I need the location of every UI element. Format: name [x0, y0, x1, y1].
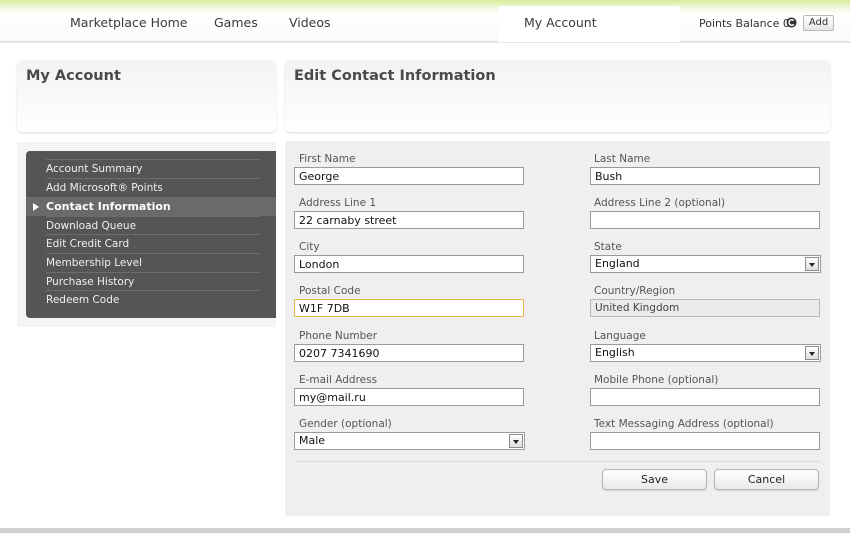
language-select[interactable]: English	[590, 344, 821, 362]
top-navigation-bar: Marketplace Home Games Videos My Account…	[0, 0, 850, 42]
language-select-value: English	[595, 346, 635, 359]
language-label: Language	[594, 330, 646, 342]
sidebar-item-contact-information[interactable]: Contact Information	[26, 197, 276, 216]
state-select-value: England	[595, 257, 640, 270]
city-input[interactable]	[294, 255, 524, 273]
sidebar-item-redeem-code[interactable]: Redeem Code	[46, 290, 260, 309]
page-title: Edit Contact Information	[294, 68, 496, 84]
address-line-2-input[interactable]	[590, 211, 820, 229]
postal-code-label: Postal Code	[299, 285, 361, 297]
text-messaging-label: Text Messaging Address (optional)	[594, 418, 774, 430]
sidebar-item-account-summary[interactable]: Account Summary	[46, 159, 260, 178]
points-balance: Points Balance 0	[699, 17, 790, 30]
sidebar-item-label: Contact Information	[46, 200, 171, 213]
nav-videos[interactable]: Videos	[289, 15, 331, 30]
last-name-input[interactable]	[590, 167, 820, 185]
address-line-2-label: Address Line 2 (optional)	[594, 197, 726, 209]
sidebar-item-download-queue[interactable]: Download Queue	[46, 216, 260, 235]
address-line-1-label: Address Line 1	[299, 197, 377, 209]
phone-number-input[interactable]	[294, 344, 524, 362]
sidebar-item-add-points[interactable]: Add Microsoft® Points	[46, 178, 260, 197]
postal-code-input[interactable]	[294, 299, 524, 317]
edit-contact-header-panel: Edit Contact Information	[285, 60, 830, 132]
points-coin-icon	[786, 17, 797, 28]
nav-marketplace-home[interactable]: Marketplace Home	[70, 15, 188, 30]
bottom-edge	[0, 528, 850, 533]
gender-label: Gender (optional)	[299, 418, 392, 430]
save-button[interactable]: Save	[602, 469, 707, 490]
arrow-right-icon	[33, 203, 39, 211]
sidebar-item-membership-level[interactable]: Membership Level	[46, 253, 260, 272]
cancel-button[interactable]: Cancel	[714, 469, 819, 490]
text-messaging-input[interactable]	[590, 432, 820, 450]
my-account-header-panel: My Account	[17, 60, 276, 132]
chevron-down-icon[interactable]	[509, 434, 523, 448]
state-select[interactable]: England	[590, 255, 821, 273]
nav-my-account[interactable]: My Account	[524, 15, 597, 30]
first-name-input[interactable]	[294, 167, 524, 185]
gender-select-value: Male	[299, 434, 326, 447]
mobile-phone-input[interactable]	[590, 388, 820, 406]
state-label: State	[594, 241, 622, 253]
nav-games[interactable]: Games	[214, 15, 258, 30]
chevron-down-icon[interactable]	[805, 257, 819, 271]
chevron-down-icon[interactable]	[805, 346, 819, 360]
email-input[interactable]	[294, 388, 524, 406]
country-region-field	[590, 299, 820, 317]
sidebar-title: My Account	[26, 68, 121, 84]
address-line-1-input[interactable]	[294, 211, 524, 229]
gender-select[interactable]: Male	[294, 432, 525, 450]
first-name-label: First Name	[299, 153, 356, 165]
mobile-phone-label: Mobile Phone (optional)	[594, 374, 719, 386]
city-label: City	[299, 241, 320, 253]
country-region-label: Country/Region	[594, 285, 676, 297]
email-label: E-mail Address	[299, 374, 378, 386]
add-points-button[interactable]: Add	[803, 15, 834, 31]
last-name-label: Last Name	[594, 153, 651, 165]
form-divider	[294, 461, 820, 462]
sidebar-item-edit-credit-card[interactable]: Edit Credit Card	[46, 234, 260, 253]
sidebar-item-purchase-history[interactable]: Purchase History	[46, 272, 260, 291]
phone-number-label: Phone Number	[299, 330, 378, 342]
